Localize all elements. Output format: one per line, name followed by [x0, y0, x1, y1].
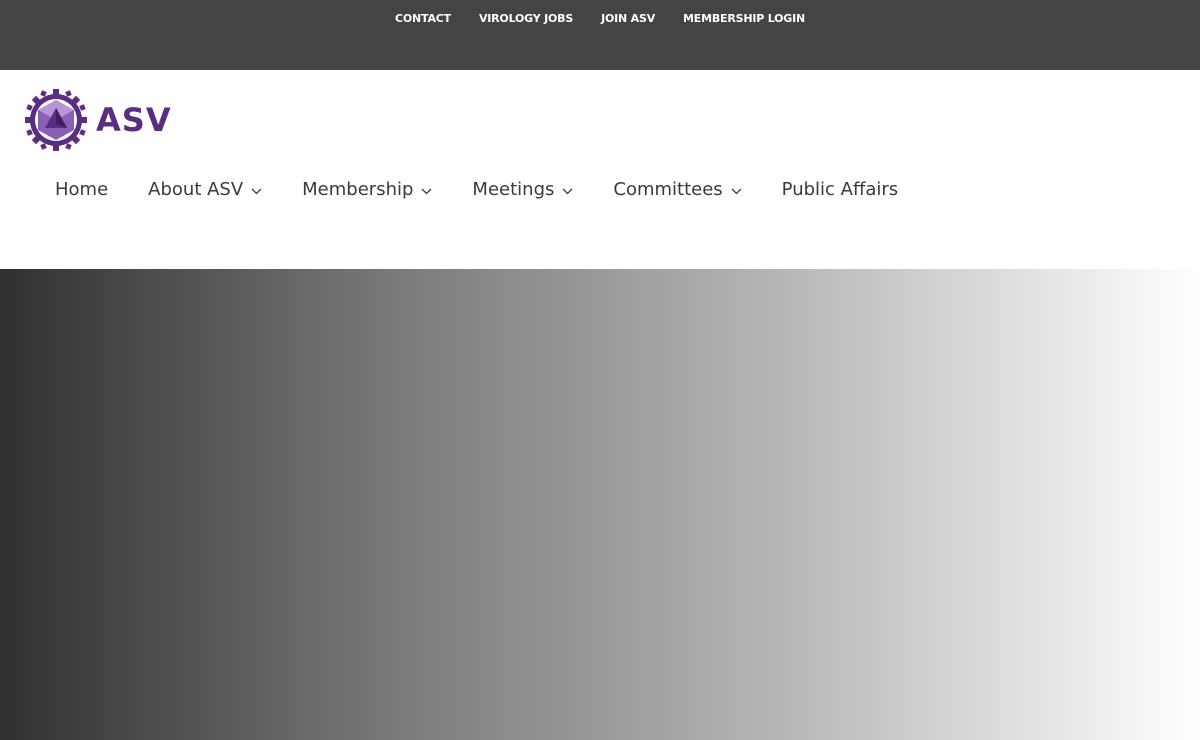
nav-item-label: Membership	[302, 179, 414, 200]
nav-item-about-asv[interactable]: About ASV	[148, 178, 262, 202]
chevron-down-icon	[251, 188, 262, 195]
utility-nav: CONTACT VIROLOGY JOBS JOIN ASV MEMBERSHI…	[0, 12, 1200, 26]
main-nav: Home About ASV Membership Meetings Commi…	[55, 178, 898, 202]
join-asv-link[interactable]: JOIN ASV	[601, 12, 655, 26]
site-logo[interactable]: ASV	[24, 88, 172, 152]
membership-login-link[interactable]: MEMBERSHIP LOGIN	[683, 12, 805, 26]
nav-item-public-affairs[interactable]: Public Affairs	[782, 178, 899, 202]
nav-item-membership[interactable]: Membership	[302, 178, 432, 202]
nav-item-label: Committees	[613, 179, 723, 200]
chevron-down-icon	[421, 188, 432, 195]
nav-item-committees[interactable]: Committees	[613, 178, 742, 202]
virus-capsid-icon	[25, 89, 87, 151]
top-utility-bar: CONTACT VIROLOGY JOBS JOIN ASV MEMBERSHI…	[0, 0, 1200, 70]
logo-text: ASV	[96, 101, 172, 139]
virology-jobs-link[interactable]: VIROLOGY JOBS	[479, 12, 573, 26]
nav-item-meetings[interactable]: Meetings	[472, 178, 573, 202]
nav-item-label: Meetings	[472, 179, 555, 200]
nav-item-label: Public Affairs	[781, 179, 899, 200]
site-header: ASV Home About ASV Membership Meetings C…	[0, 70, 1200, 269]
chevron-down-icon	[731, 188, 742, 195]
chevron-down-icon	[562, 188, 573, 195]
nav-item-home[interactable]: Home	[55, 178, 108, 202]
nav-item-label: Home	[55, 179, 109, 200]
nav-item-label: About ASV	[148, 179, 244, 200]
hero-banner	[0, 269, 1200, 740]
contact-link[interactable]: CONTACT	[395, 12, 451, 26]
